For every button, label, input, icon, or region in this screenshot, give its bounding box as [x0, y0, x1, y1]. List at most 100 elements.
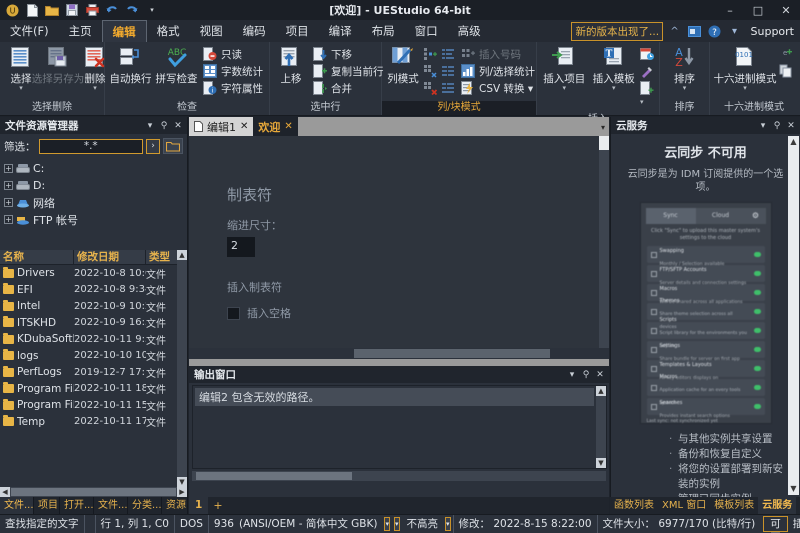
left-tab-project[interactable]: 项目 [34, 497, 60, 514]
left-tab-open-files[interactable]: 打开... [60, 497, 94, 514]
right-tab-cloud-services[interactable]: 云服务 [758, 497, 796, 514]
account-icon[interactable] [687, 23, 703, 39]
table-row[interactable]: Drivers2022-10-8 10:0...文件 [0, 265, 187, 282]
menu-item-format[interactable]: 格式 [147, 20, 190, 42]
quick-access-toolbar[interactable]: U ▾ [0, 3, 160, 17]
output-horizontal-scroll-thumb[interactable] [196, 472, 352, 480]
document-tab-list-icon[interactable]: ▾ [601, 123, 605, 132]
status-insert-mode[interactable]: 插... [791, 515, 800, 533]
status-codepage-number[interactable]: 936 [209, 515, 239, 533]
help-icon[interactable]: ? [707, 23, 723, 39]
table-row[interactable]: Program File...2022-10-11 15:...文件 [0, 397, 187, 414]
group-tab-1[interactable]: 1 [189, 497, 208, 514]
output-window-body[interactable]: 编辑2 包含无效的路径。 ▲ ▼ [192, 385, 607, 469]
insert-datetime-icon[interactable] [640, 47, 655, 62]
insert-space-checkbox[interactable] [227, 307, 240, 320]
minimize-button[interactable]: – [716, 0, 744, 20]
menu-item-file[interactable]: 文件(F) [0, 20, 59, 42]
output-window-pin-icon[interactable]: ⚲ [579, 368, 593, 382]
welcome-document[interactable]: 制表符 缩进尺寸： 2 插入制表符 插入空格 [189, 136, 609, 348]
filter-input[interactable]: *.* [39, 139, 144, 154]
column-stats-button[interactable]: 列/选择统计 [459, 63, 537, 79]
left-tab-resources[interactable]: 资源 [162, 497, 188, 514]
highlight-dropdown-icon[interactable]: ▾ [445, 517, 451, 531]
insert-number-button[interactable]: 插入号码 [459, 46, 537, 62]
fill-column-icon[interactable] [441, 64, 456, 79]
join-lines-button[interactable]: 合并 [311, 80, 386, 96]
tree-item-d-drive[interactable]: + D: [4, 177, 187, 194]
insert-dropdown-caret-icon[interactable]: ▾ [640, 98, 655, 113]
sort-button[interactable]: AZ 排序 ▾ [668, 45, 702, 92]
editor-vertical-scrollbar[interactable] [599, 136, 609, 348]
hex-mode-caret[interactable]: ▾ [743, 86, 747, 91]
highlight-dropdown-icon-left[interactable]: ▾ [394, 517, 400, 531]
print-icon[interactable] [84, 3, 100, 17]
table-row[interactable]: EFI2022-10-8 9:34:...文件 [0, 282, 187, 299]
add-group-button[interactable]: + [208, 499, 227, 512]
align-column-icon[interactable] [441, 47, 456, 62]
read-only-button[interactable]: 只读 [201, 46, 265, 62]
table-row[interactable]: PerfLogs2019-12-7 17:1...文件 [0, 364, 187, 381]
output-horizontal-scrollbar[interactable] [192, 471, 606, 481]
cloud-panel-pin-icon[interactable]: ⚲ [770, 119, 784, 133]
status-writable[interactable]: 可写 [763, 516, 788, 532]
new-file-icon[interactable] [24, 3, 40, 17]
move-up-button[interactable]: 上移 [274, 45, 308, 87]
save-icon[interactable] [64, 3, 80, 17]
expander-icon[interactable]: + [4, 215, 13, 224]
document-tab-welcome[interactable]: 欢迎 ✕ [253, 117, 297, 136]
expander-icon[interactable]: + [4, 198, 13, 207]
insert-column-icon[interactable] [423, 47, 438, 62]
status-highlight[interactable]: 不高亮 [402, 515, 444, 533]
output-vertical-scrollbar[interactable]: ▲ ▼ [596, 386, 606, 468]
column-mode-button[interactable]: 列模式 [386, 45, 420, 87]
table-row[interactable]: Intel2022-10-9 10:2...文件 [0, 298, 187, 315]
maximize-button[interactable]: □ [744, 0, 772, 20]
document-tab-close-icon[interactable]: ✕ [240, 121, 248, 132]
hex-mode-button[interactable]: 0101 十六进制模式 ▾ [714, 45, 776, 92]
delete-column-icon[interactable] [423, 81, 438, 96]
menu-item-project[interactable]: 项目 [276, 20, 319, 42]
select-save-as-button[interactable]: 选择另存为 [41, 45, 75, 87]
column-header-date[interactable]: 修改日期 [74, 250, 146, 264]
cloud-panel-vertical-scrollbar[interactable]: ▲ ▼ [788, 136, 799, 495]
chevron-up-icon[interactable]: ^ [667, 23, 683, 39]
word-count-button[interactable]: 字数统计 [201, 63, 265, 79]
menu-item-advanced[interactable]: 高级 [448, 20, 491, 42]
column-header-type[interactable]: 类型 [146, 250, 178, 264]
file-explorer-close-icon[interactable]: ✕ [171, 119, 185, 133]
menu-item-build[interactable]: 编译 [319, 20, 362, 42]
editor-horizontal-scroll-thumb[interactable] [354, 349, 550, 358]
browse-folder-button[interactable] [163, 138, 183, 154]
cut-column-icon[interactable] [423, 64, 438, 79]
editor-vertical-scroll-thumb[interactable] [599, 136, 609, 150]
column-header-name[interactable]: 名称 [0, 250, 74, 264]
sum-column-icon[interactable] [441, 81, 456, 96]
spell-check-button[interactable]: ABC 拼写检查 [155, 45, 198, 87]
file-explorer-pin-icon[interactable]: ⚲ [157, 119, 171, 133]
menu-item-edit[interactable]: 编辑 [102, 20, 147, 42]
output-window-close-icon[interactable]: ✕ [593, 368, 607, 382]
move-down-button[interactable]: 下移 [311, 46, 386, 62]
scroll-down-icon[interactable]: ▼ [788, 483, 799, 495]
insert-space-checkbox-row[interactable]: 插入空格 [227, 305, 609, 321]
right-tab-template-list[interactable]: 模板列表 [710, 497, 758, 514]
left-tab-file-view[interactable]: 文件... [94, 497, 128, 514]
expander-icon[interactable]: + [4, 181, 13, 190]
status-cursor-position[interactable]: 行 1, 列 1, C0 [96, 515, 175, 533]
insert-file-icon[interactable] [640, 81, 655, 96]
open-folder-icon[interactable] [44, 3, 60, 17]
color-picker-icon[interactable] [640, 64, 655, 79]
tree-item-ftp-accounts[interactable]: + FTP 帐号 [4, 211, 187, 228]
close-button[interactable]: ✕ [772, 0, 800, 20]
table-row[interactable]: ITSKHD2022-10-9 16:5...文件 [0, 315, 187, 332]
undo-icon[interactable] [104, 3, 120, 17]
insert-item-button[interactable]: 插入项目 ▾ [541, 45, 588, 92]
right-tab-function-list[interactable]: 函数列表 [610, 497, 658, 514]
codepage-dropdown-icon[interactable]: ▾ [384, 517, 390, 531]
menu-item-layout[interactable]: 布局 [362, 20, 405, 42]
tree-item-network[interactable]: + 网络 [4, 194, 187, 211]
table-row[interactable]: Temp2022-10-11 17:...文件 [0, 414, 187, 431]
editor-horizontal-scrollbar[interactable] [189, 348, 609, 359]
indent-size-input[interactable]: 2 [227, 237, 255, 257]
